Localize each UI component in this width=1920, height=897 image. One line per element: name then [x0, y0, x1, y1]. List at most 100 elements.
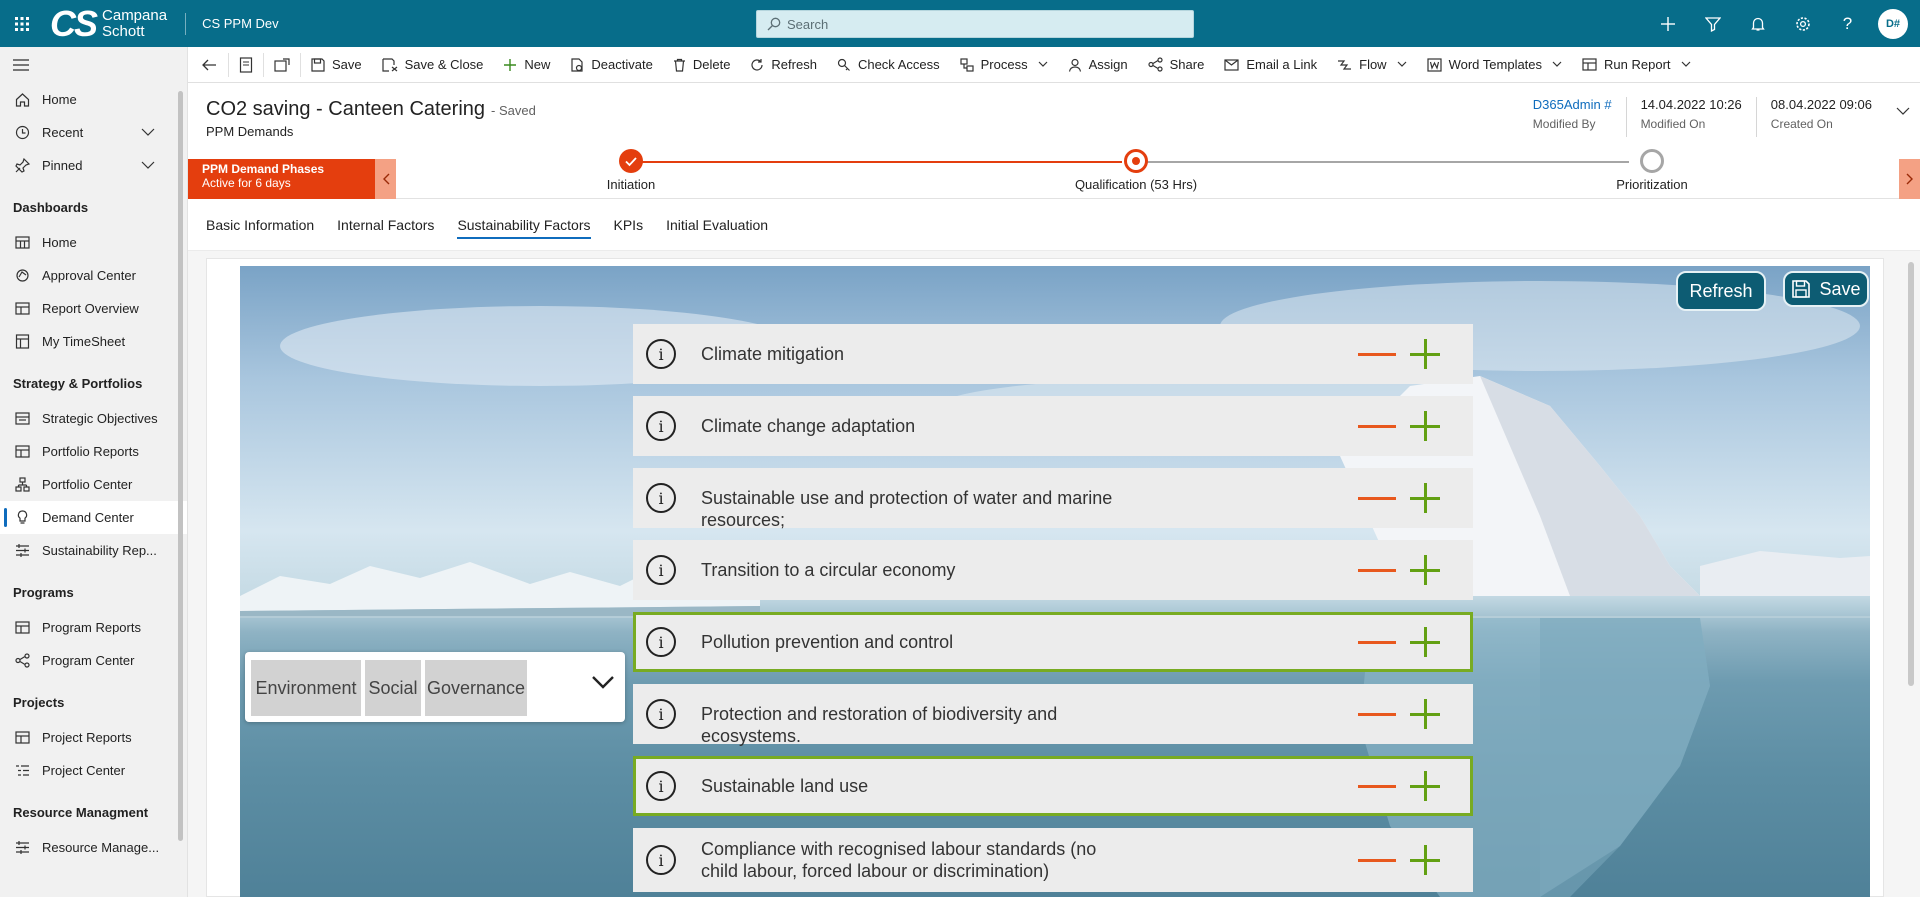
minus-icon[interactable]: [1358, 641, 1396, 644]
tab-internal-factors[interactable]: Internal Factors: [337, 199, 434, 251]
cmd-run-report-button[interactable]: Run Report: [1572, 47, 1700, 83]
app-name[interactable]: CS PPM Dev: [202, 16, 279, 31]
cmd-save-button[interactable]: Save: [301, 47, 372, 83]
sidebar-item-demand-center[interactable]: Demand Center: [0, 501, 187, 534]
tab-kpis[interactable]: KPIs: [614, 199, 644, 251]
sustainability-factor-row[interactable]: i Pollution prevention and control: [633, 612, 1473, 672]
sustainability-factor-row[interactable]: i Climate change adaptation: [633, 396, 1473, 456]
info-icon[interactable]: i: [646, 555, 676, 585]
cmd-word-templates-button[interactable]: Word Templates: [1417, 47, 1572, 83]
cmd-refresh-button[interactable]: Refresh: [740, 47, 827, 83]
cmd-flow-button[interactable]: Flow: [1327, 47, 1416, 83]
sidebar-item-my-timesheet[interactable]: My TimeSheet: [0, 325, 187, 358]
minus-icon[interactable]: [1358, 425, 1396, 428]
plus-icon[interactable]: [1410, 845, 1440, 875]
sidebar-item-strategic-objectives[interactable]: Strategic Objectives: [0, 402, 187, 435]
sustainability-factor-row[interactable]: i Compliance with recognised labour stan…: [633, 828, 1473, 892]
chevron-down-icon[interactable]: [1552, 61, 1562, 68]
chevron-down-icon[interactable]: [1681, 61, 1691, 68]
sustainability-factor-row[interactable]: i Sustainable use and protection of wate…: [633, 468, 1473, 530]
minus-icon[interactable]: [1358, 569, 1396, 572]
chevron-down-icon[interactable]: [1038, 61, 1048, 68]
sidebar-item-sustainability-rep[interactable]: Sustainability Rep...: [0, 534, 187, 567]
filter-icon[interactable]: [1690, 0, 1735, 47]
sidebar-item-portfolio-reports[interactable]: Portfolio Reports: [0, 435, 187, 468]
cmd-new-button[interactable]: New: [493, 47, 560, 83]
sidebar-scrollbar[interactable]: [178, 91, 183, 841]
cmd-deactivate-button[interactable]: Deactivate: [560, 47, 662, 83]
plus-icon[interactable]: [1410, 483, 1440, 513]
bpf-next-button[interactable]: [1899, 159, 1920, 199]
tab-basic-information[interactable]: Basic Information: [206, 199, 314, 251]
plus-icon[interactable]: [1410, 555, 1440, 585]
form-scrollbar[interactable]: [1908, 262, 1914, 686]
sidebar-item-program-center[interactable]: Program Center: [0, 644, 187, 677]
tab-sustainability-factors[interactable]: Sustainability Factors: [457, 199, 591, 251]
chevron-down-icon[interactable]: [591, 674, 615, 695]
header-expand-chevron-icon[interactable]: [1886, 97, 1920, 137]
cmd-delete-button[interactable]: Delete: [663, 47, 741, 83]
header-field-modified-by[interactable]: D365Admin # Modified By: [1519, 97, 1626, 137]
chevron-down-icon[interactable]: [1397, 61, 1407, 68]
panel-refresh-button[interactable]: Refresh: [1676, 271, 1766, 311]
cmd-share-button[interactable]: Share: [1138, 47, 1215, 83]
avatar[interactable]: D#: [1878, 8, 1908, 39]
hamburger-menu-icon[interactable]: [0, 47, 187, 83]
sustainability-factor-row[interactable]: i Protection and restoration of biodiver…: [633, 684, 1473, 746]
cmd-email-a-link-button[interactable]: Email a Link: [1214, 47, 1327, 83]
plus-icon[interactable]: [1645, 0, 1690, 47]
info-icon[interactable]: i: [646, 483, 676, 513]
info-icon[interactable]: i: [646, 845, 676, 875]
minus-icon[interactable]: [1358, 785, 1396, 788]
minus-icon[interactable]: [1358, 353, 1396, 356]
panel-save-button[interactable]: Save: [1783, 271, 1869, 307]
sidebar-item-home[interactable]: Home: [0, 226, 187, 259]
sidebar-item-report-overview[interactable]: Report Overview: [0, 292, 187, 325]
sustainability-factor-row[interactable]: i Sustainable land use: [633, 756, 1473, 816]
minus-icon[interactable]: [1358, 497, 1396, 500]
chevron-down-icon[interactable]: [141, 125, 155, 140]
bell-icon[interactable]: [1735, 0, 1780, 47]
sidebar-item-home[interactable]: Home: [0, 83, 187, 116]
sidebar-item-pinned[interactable]: Pinned: [0, 149, 187, 182]
esg-tab-environment[interactable]: Environment: [251, 660, 361, 716]
bpf-prev-button[interactable]: [375, 159, 396, 199]
esg-tab-social[interactable]: Social: [365, 660, 421, 716]
plus-icon[interactable]: [1410, 339, 1440, 369]
chevron-down-icon[interactable]: [141, 158, 155, 173]
process-phase-flyout[interactable]: PPM Demand Phases Active for 6 days: [188, 159, 375, 199]
sidebar-item-recent[interactable]: Recent: [0, 116, 187, 149]
sustainability-factor-row[interactable]: i Transition to a circular economy: [633, 540, 1473, 600]
plus-icon[interactable]: [1410, 627, 1440, 657]
header-field-value[interactable]: D365Admin #: [1533, 97, 1612, 112]
info-icon[interactable]: i: [646, 411, 676, 441]
popout-button[interactable]: [264, 47, 300, 83]
form-view-button[interactable]: [229, 47, 263, 83]
sidebar-item-resource-manage[interactable]: Resource Manage...: [0, 831, 187, 864]
cmd-save-close-button[interactable]: Save & Close: [372, 47, 494, 83]
sidebar-item-project-center[interactable]: Project Center: [0, 754, 187, 787]
sidebar-item-program-reports[interactable]: Program Reports: [0, 611, 187, 644]
cmd-check-access-button[interactable]: Check Access: [827, 47, 950, 83]
info-icon[interactable]: i: [646, 339, 676, 369]
help-icon[interactable]: ?: [1825, 0, 1870, 47]
cmd-assign-button[interactable]: Assign: [1058, 47, 1138, 83]
info-icon[interactable]: i: [646, 699, 676, 729]
minus-icon[interactable]: [1358, 859, 1396, 862]
tab-initial-evaluation[interactable]: Initial Evaluation: [666, 199, 768, 251]
back-button[interactable]: [188, 47, 228, 83]
plus-icon[interactable]: [1410, 699, 1440, 729]
sidebar-item-project-reports[interactable]: Project Reports: [0, 721, 187, 754]
sustainability-factor-row[interactable]: i Climate mitigation: [633, 324, 1473, 384]
info-icon[interactable]: i: [646, 771, 676, 801]
sidebar-item-portfolio-center[interactable]: Portfolio Center: [0, 468, 187, 501]
esg-tab-governance[interactable]: Governance: [425, 660, 527, 716]
plus-icon[interactable]: [1410, 411, 1440, 441]
minus-icon[interactable]: [1358, 713, 1396, 716]
gear-icon[interactable]: [1780, 0, 1825, 47]
info-icon[interactable]: i: [646, 627, 676, 657]
plus-icon[interactable]: [1410, 771, 1440, 801]
search-input[interactable]: Search: [756, 10, 1194, 38]
sidebar-item-approval-center[interactable]: Approval Center: [0, 259, 187, 292]
cmd-process-button[interactable]: Process: [950, 47, 1058, 83]
